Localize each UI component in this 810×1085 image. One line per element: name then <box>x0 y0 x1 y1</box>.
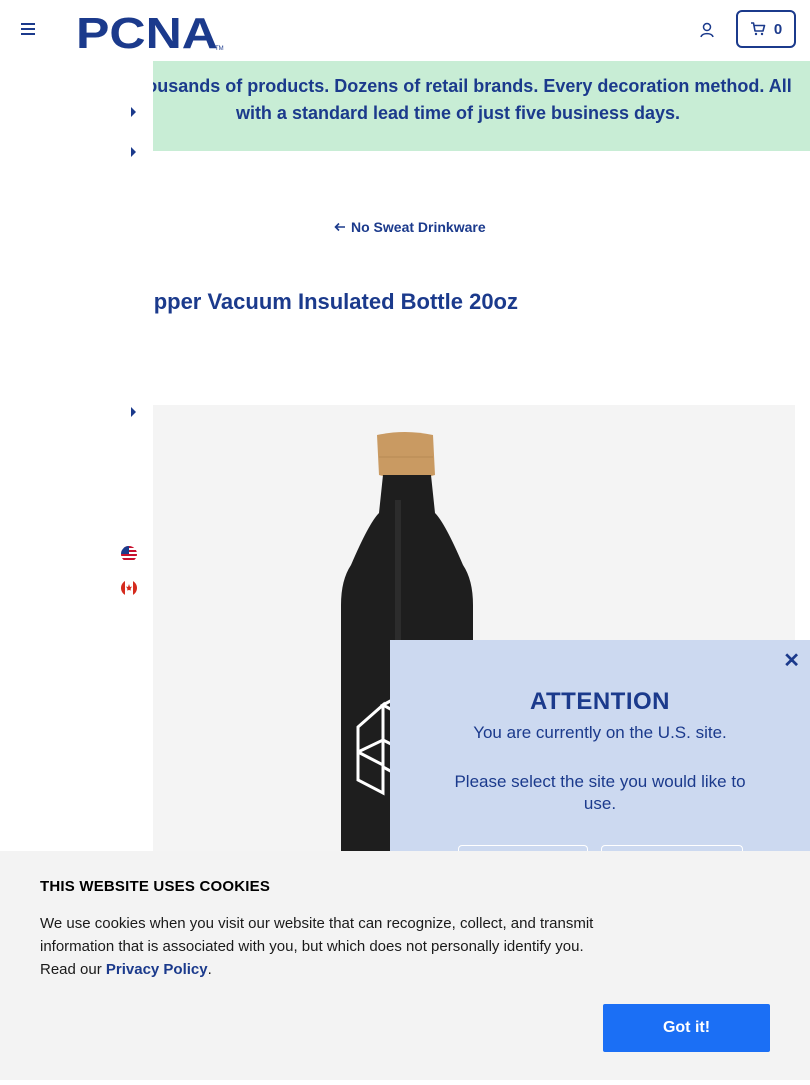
menu-icon[interactable] <box>21 23 35 37</box>
cookie-banner: THIS WEBSITE USES COOKIES We use cookies… <box>0 851 810 1080</box>
caret-right-icon[interactable] <box>131 407 136 417</box>
cookie-heading: THIS WEBSITE USES COOKIES <box>40 878 271 895</box>
user-icon[interactable] <box>698 21 716 39</box>
product-title-container: Norse Copper Vacuum Insulated Bottle 20o… <box>153 286 810 320</box>
close-icon[interactable]: ✕ <box>783 648 800 673</box>
cart-button[interactable]: 0 <box>736 10 796 48</box>
modal-title: ATTENTION <box>529 688 671 715</box>
svg-text:PCNA: PCNA <box>76 10 218 52</box>
cart-icon <box>750 22 766 36</box>
back-to-collection-link[interactable]: No Sweat Drinkware <box>334 219 486 235</box>
caret-right-icon[interactable] <box>131 147 136 157</box>
modal-message: You are currently on the U.S. site. <box>473 723 727 742</box>
promo-banner: Thousands of products. Dozens of retail … <box>153 61 810 151</box>
pcna-logo[interactable]: PCNA TM <box>76 10 226 52</box>
modal-prompt: Please select the site you would like to… <box>454 772 746 813</box>
site-header: PCNA TM 0 <box>0 0 810 60</box>
ca-flag-icon[interactable] <box>121 580 137 596</box>
privacy-policy-link[interactable]: Privacy Policy <box>106 961 208 978</box>
accept-cookies-button[interactable]: Got it! <box>603 1004 770 1052</box>
cookie-text: We use cookies when you visit our websit… <box>40 915 594 978</box>
product-title: Norse Copper Vacuum Insulated Bottle 20o… <box>153 289 518 314</box>
cart-count: 0 <box>773 20 783 38</box>
us-flag-icon[interactable] <box>121 546 137 562</box>
promo-text: Thousands of products. Dozens of retail … <box>153 76 792 123</box>
arrow-left-icon <box>334 222 345 232</box>
caret-right-icon[interactable] <box>131 107 136 117</box>
svg-text:TM: TM <box>215 46 224 52</box>
